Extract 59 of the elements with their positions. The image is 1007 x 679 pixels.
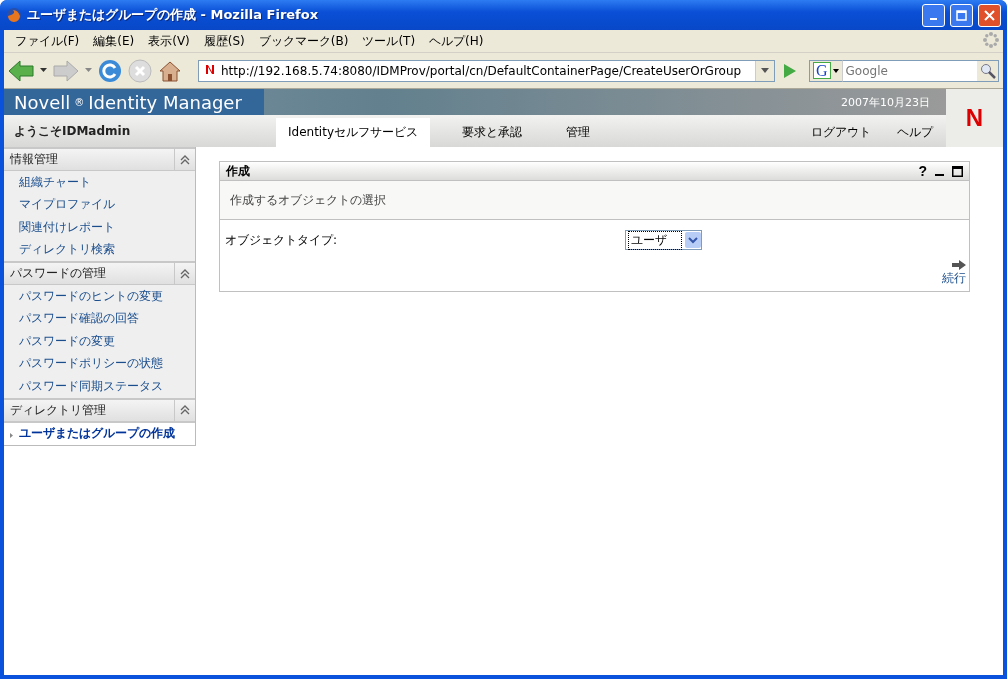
sidebar-link[interactable]: ディレクトリ検索: [4, 238, 195, 261]
sidebar-link[interactable]: 関連付けレポート: [4, 216, 195, 239]
sidebar-link[interactable]: パスワード同期ステータス: [4, 375, 195, 398]
sidebar-link[interactable]: マイプロファイル: [4, 193, 195, 216]
maximize-icon: [956, 9, 967, 21]
site-icon: [205, 63, 215, 75]
section-heading: 情報管理: [10, 151, 58, 168]
menu-item[interactable]: ヘルプ(H): [422, 30, 491, 52]
continue-link[interactable]: 続行: [942, 270, 966, 287]
maximize-icon[interactable]: [952, 165, 963, 177]
section-heading: パスワードの管理: [10, 265, 106, 282]
minimize-button[interactable]: [922, 3, 945, 27]
section-heading: ディレクトリ管理: [10, 401, 106, 419]
window-title: ユーザまたはグループの作成 - Mozilla Firefox: [27, 6, 320, 24]
menu-item[interactable]: ファイル(F): [8, 30, 87, 52]
collapse-icon[interactable]: [180, 405, 190, 415]
header-link[interactable]: ログアウト: [798, 118, 884, 147]
firefox-icon: [6, 7, 22, 23]
sidebar-link[interactable]: ユーザまたはグループの作成: [4, 421, 195, 445]
throbber-icon: [983, 31, 999, 48]
date-label: 2007年10月23日: [841, 94, 931, 110]
close-icon: [984, 9, 995, 21]
logo: N: [946, 89, 1003, 147]
menu-item[interactable]: ツール(T): [355, 30, 423, 52]
welcome-text: ようこそIDMadmin: [13, 122, 132, 140]
sidebar-link[interactable]: 組織チャート: [4, 171, 195, 194]
nav-tab[interactable]: 管理: [554, 118, 602, 147]
dropdown-icon: [685, 232, 701, 248]
close-button[interactable]: [978, 3, 1001, 27]
collapse-icon[interactable]: [180, 154, 190, 165]
back-arrow-icon[interactable]: [8, 59, 34, 82]
nav-tab[interactable]: Identityセルフサービス: [276, 118, 430, 147]
nav-tab[interactable]: 要求と承認: [450, 118, 534, 147]
minimize-icon: [930, 18, 937, 20]
menu-item[interactable]: ブックマーク(B): [251, 30, 356, 52]
sidebar-link[interactable]: パスワード確認の回答: [4, 307, 195, 330]
dropdown-icon[interactable]: [761, 68, 769, 73]
reload-icon[interactable]: [98, 58, 122, 83]
field-label: オブジェクトタイプ:: [225, 231, 339, 249]
dropdown-icon[interactable]: [40, 68, 47, 73]
menu-item[interactable]: 履歴(S): [196, 30, 252, 52]
address-bar[interactable]: http://192.168.5.74:8080/IDMProv/portal/cn/DefaultContainerPage/CreateUserOrGroup: [198, 59, 775, 82]
help-button[interactable]: ?: [918, 163, 927, 179]
panel-title: 作成: [226, 162, 251, 180]
right-arrow-icon[interactable]: [952, 260, 966, 270]
sidebar-link[interactable]: パスワードの変更: [4, 330, 195, 353]
maximize-button[interactable]: [950, 3, 973, 27]
header-link[interactable]: ヘルプ: [884, 118, 946, 147]
collapse-icon[interactable]: [180, 268, 190, 279]
sidebar-link[interactable]: パスワードのヒントの変更: [4, 285, 195, 308]
bullet-icon: [10, 432, 13, 438]
panel-subtitle: 作成するオブジェクトの選択: [220, 181, 969, 220]
menu-item[interactable]: 表示(V): [141, 30, 197, 52]
dropdown-icon[interactable]: [832, 68, 839, 73]
search-engine-icon[interactable]: G: [813, 62, 831, 79]
sidebar-link[interactable]: パスワードポリシーの状態: [4, 352, 195, 375]
product-title: Novell ® Identity Manager: [4, 89, 264, 115]
menu-item[interactable]: 編集(E): [86, 30, 142, 52]
object-type-dropdown[interactable]: ユーザ: [625, 230, 702, 250]
